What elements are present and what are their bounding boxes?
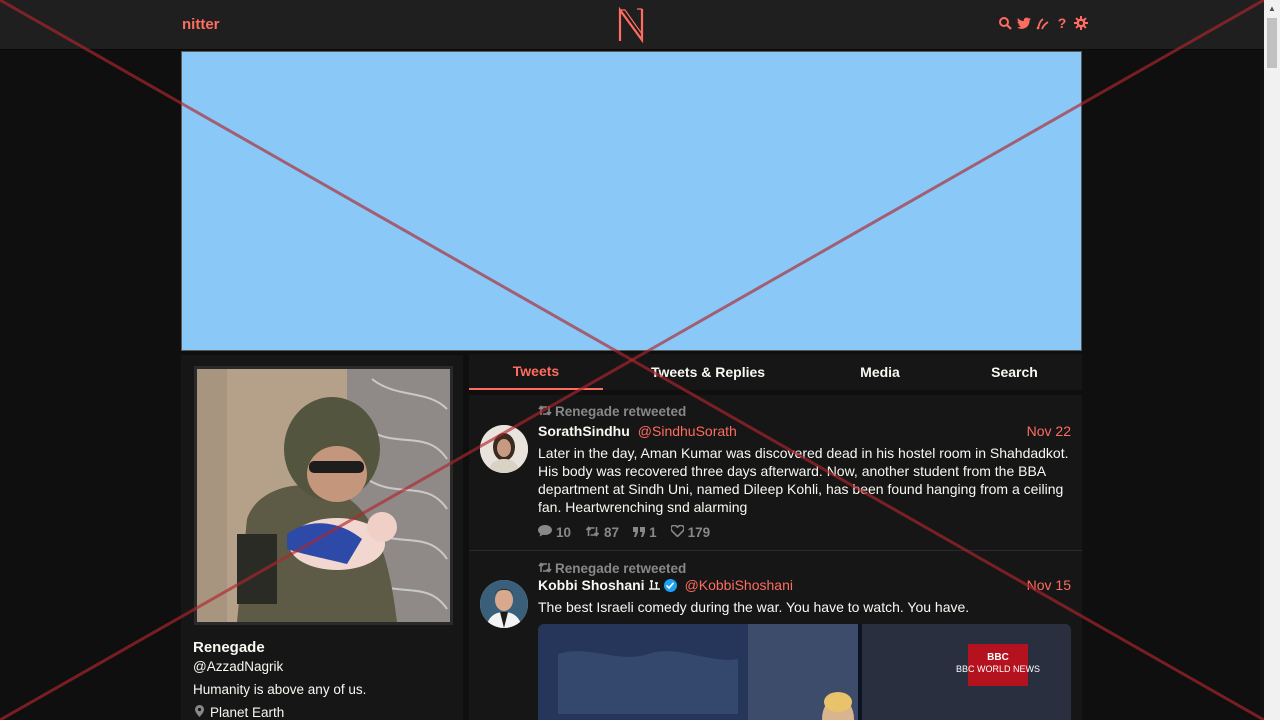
tweet-media[interactable]: BBC BBC WORLD NEWS [538, 624, 1071, 720]
tweet-body: The best Israeli comedy during the war. … [538, 599, 970, 615]
retweet-header-text: Renegade retweeted [555, 404, 687, 419]
retweet-icon [538, 561, 552, 576]
tab-tweets-and-replies[interactable]: Tweets & Replies [603, 354, 813, 390]
heart-icon [669, 524, 685, 540]
tab-tweets[interactable]: Tweets [469, 354, 603, 390]
comment-icon [538, 525, 552, 540]
tweet-fullname[interactable]: SorathSindhu [538, 423, 630, 439]
tab-search[interactable]: Search [947, 354, 1082, 390]
retweet-header: Renegade retweeted [538, 404, 686, 419]
help-icon[interactable]: ? [1055, 15, 1069, 31]
verified-badge-icon [663, 578, 677, 592]
rss-icon[interactable] [1036, 15, 1050, 31]
retweet-header: Renegade retweeted [538, 561, 686, 576]
profile-avatar[interactable] [194, 366, 453, 625]
quote-stat[interactable]: 1 [633, 525, 657, 540]
retweet-count: 87 [604, 525, 620, 540]
search-icon[interactable] [998, 15, 1012, 31]
tweet-date[interactable]: Nov 22 [1027, 423, 1071, 439]
brand-link[interactable]: nitter [182, 16, 220, 33]
reply-stat[interactable]: 10 [538, 525, 571, 540]
tweet-stats: 10 87 1 179 [538, 524, 711, 540]
like-count: 179 [687, 525, 711, 540]
profile-card: Renegade @AzzadNagrik Humanity is above … [181, 355, 463, 720]
like-stat[interactable]: 179 [669, 524, 711, 540]
nav-icon-group: ? [998, 15, 1088, 31]
location-text: Planet Earth [210, 705, 285, 720]
timeline-item[interactable]: Renegade retweeted SorathSindhu @SindhuS… [469, 395, 1082, 551]
tweet-date[interactable]: Nov 15 [1027, 577, 1071, 593]
scroll-thumb[interactable] [1267, 18, 1277, 68]
nitter-logo[interactable] [617, 7, 645, 43]
quote-icon [633, 525, 646, 540]
timeline-item[interactable]: Renegade retweeted Kobbi Shoshani @Kobbi… [469, 552, 1082, 720]
top-navbar: nitter ? [0, 0, 1264, 50]
retweet-header-text: Renegade retweeted [555, 561, 687, 576]
tweet-author: Kobbi Shoshani @KobbiShoshani [538, 577, 793, 593]
svg-text:BBC: BBC [987, 652, 1009, 663]
retweet-icon [538, 404, 552, 419]
tab-media[interactable]: Media [813, 354, 947, 390]
page-scrollbar[interactable]: ▲ [1264, 0, 1280, 720]
scroll-up-arrow-icon[interactable]: ▲ [1264, 0, 1280, 16]
media-caption-world: BBC WORLD NEWS [956, 664, 1040, 674]
tweet-fullname[interactable]: Kobbi Shoshani [538, 577, 645, 593]
profile-bio: Humanity is above any of us. [193, 682, 367, 697]
profile-username[interactable]: @AzzadNagrik [193, 659, 283, 674]
timeline: Renegade retweeted SorathSindhu @SindhuS… [469, 395, 1082, 720]
tweet-avatar[interactable] [480, 580, 528, 628]
tweet-body: Later in the day, Aman Kumar was discove… [538, 445, 1069, 515]
profile-fullname[interactable]: Renegade [193, 639, 265, 656]
timeline-tabs: Tweets Tweets & Replies Media Search [469, 354, 1082, 390]
tweet-author: SorathSindhu @SindhuSorath [538, 423, 737, 439]
affiliate-badge-icon [648, 577, 660, 593]
profile-location: Planet Earth [195, 705, 284, 720]
profile-banner[interactable] [181, 51, 1082, 351]
twitter-icon[interactable] [1017, 15, 1031, 31]
retweet-icon [585, 525, 600, 540]
reply-count: 10 [556, 525, 572, 540]
tweet-handle[interactable]: @SindhuSorath [638, 423, 737, 439]
retweet-stat[interactable]: 87 [585, 525, 619, 540]
quote-count: 1 [649, 525, 657, 540]
location-pin-icon [195, 705, 204, 720]
gear-icon[interactable] [1074, 15, 1088, 31]
tweet-avatar[interactable] [480, 425, 528, 473]
tweet-handle[interactable]: @KobbiShoshani [685, 577, 793, 593]
